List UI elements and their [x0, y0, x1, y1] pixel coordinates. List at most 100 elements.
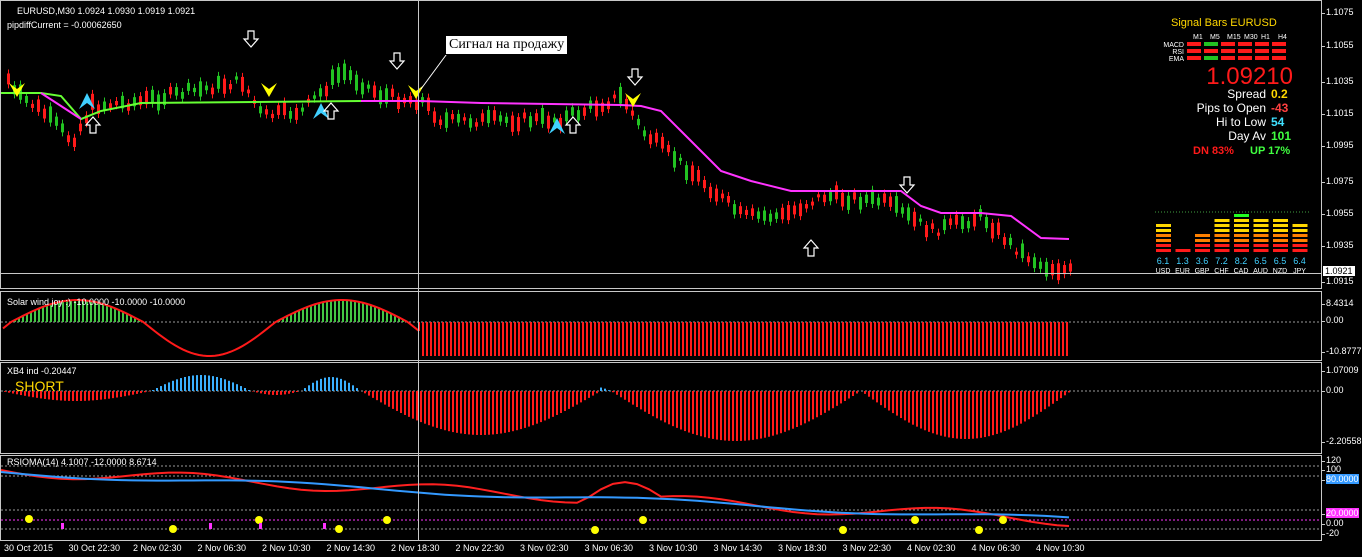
- main-chart-pane[interactable]: EURUSD,M30 1.0924 1.0930 1.0919 1.0921 p…: [0, 0, 1322, 289]
- solar-wind-pane[interactable]: Solar wind joy :) -10.0000 -10.0000 -10.…: [0, 291, 1322, 361]
- price-tick: 1.1015: [1322, 108, 1354, 118]
- rsioma-dot: [335, 525, 343, 533]
- meter-bar: [1292, 224, 1308, 227]
- meter-bar: [1156, 239, 1171, 242]
- meter-bar: [1234, 234, 1249, 237]
- xb4-title: XB4 ind -0.20447: [7, 366, 77, 376]
- meter-bar: [1156, 244, 1171, 247]
- time-tick: 2 Nov 22:30: [455, 543, 505, 553]
- meter-bar: [1292, 239, 1308, 242]
- meter-bar: [1156, 224, 1171, 227]
- price-tick: 1.0975: [1322, 176, 1354, 186]
- meter-currency: USD: [1156, 268, 1171, 275]
- rsioma-tick-bar: [61, 523, 64, 529]
- meter-bar: [1234, 224, 1249, 227]
- price-tick: 1.1075: [1322, 7, 1354, 17]
- rsioma-dot: [383, 516, 391, 524]
- meter-bar: [1253, 224, 1269, 227]
- meter-value: 6.5: [1254, 256, 1267, 266]
- rsioma-tick: 100: [1321, 464, 1342, 474]
- price-tick: 1.0955: [1322, 208, 1354, 218]
- meter-currency: CHF: [1214, 268, 1228, 275]
- time-tick: 3 Nov 22:30: [842, 543, 892, 553]
- time-tick: 4 Nov 02:30: [907, 543, 956, 553]
- time-tick: 4 Nov 06:30: [971, 543, 1021, 553]
- meter-bar: [1273, 224, 1288, 227]
- meter-value: 1.3: [1176, 256, 1189, 266]
- meter-currency: EUR: [1175, 268, 1190, 275]
- time-tick: 30 Oct 22:30: [68, 543, 121, 553]
- rsioma-tick-bar: [209, 523, 212, 529]
- meter-value: 3.6: [1196, 256, 1209, 266]
- rsioma-dot: [911, 516, 919, 524]
- xb4-histogram: [1, 375, 1321, 441]
- meter-bar: [1253, 229, 1269, 232]
- meter-currency: GBP: [1195, 268, 1210, 275]
- meter-bar: [1273, 229, 1288, 232]
- rsioma-dot: [999, 516, 1007, 524]
- time-tick: 3 Nov 02:30: [520, 543, 569, 553]
- solar-tick: 8.4314: [1322, 298, 1354, 308]
- rsioma-dot: [169, 525, 177, 533]
- rsioma-chart: [1, 465, 1321, 534]
- meter-bar: [1273, 244, 1288, 247]
- rsioma-blue-line: [1, 471, 1070, 519]
- meter-bar: [1156, 229, 1171, 232]
- meter-bar: [1214, 249, 1230, 252]
- price-tick: 1.0995: [1322, 140, 1354, 150]
- xb4-short-label: SHORT: [15, 378, 64, 394]
- solar-wind-histogram: [1, 299, 1321, 357]
- meter-value: 8.2: [1235, 256, 1248, 266]
- time-tick: 3 Nov 10:30: [649, 543, 698, 553]
- meter-value: 6.4: [1293, 256, 1306, 266]
- rsioma-tick: 20.0000: [1322, 508, 1359, 518]
- meter-bar: [1234, 249, 1249, 252]
- meter-bar: [1156, 249, 1171, 252]
- solar-tick: 0.00: [1322, 315, 1344, 325]
- meter-bar: [1175, 249, 1191, 252]
- solar-line: [2, 299, 420, 357]
- meter-bar: [1292, 244, 1308, 247]
- xb4-tick: 0.00: [1322, 385, 1344, 395]
- meter-bar: [1214, 224, 1230, 227]
- meter-value: 7.2: [1215, 256, 1228, 266]
- price-axis: 1.1075 1.1055 1.1035 1.1015 1.0995 1.097…: [1322, 0, 1362, 289]
- meter-bar: [1214, 219, 1230, 222]
- meter-bar: [1234, 219, 1249, 222]
- rsioma-dot: [591, 526, 599, 534]
- meter-bar: [1156, 234, 1171, 237]
- meter-bar: [1195, 234, 1210, 237]
- rsioma-dot: [975, 526, 983, 534]
- rsioma-tick-bar: [323, 523, 326, 529]
- time-tick: 2 Nov 06:30: [197, 543, 247, 553]
- time-tick: 30 Oct 2015: [4, 543, 54, 553]
- meter-bar: [1292, 234, 1308, 237]
- rsioma-dot: [25, 515, 33, 523]
- price-tick: 1.1035: [1322, 76, 1354, 86]
- solar-wind-title: Solar wind joy :) -10.0000 -10.0000 -10.…: [7, 297, 186, 307]
- xb4-tick: 1.07009: [1322, 365, 1359, 375]
- meter-bar: [1214, 234, 1230, 237]
- rsioma-axis: 120 100 80.0000 20.0000 0.00 -20: [1321, 455, 1362, 541]
- rsioma-tick: -20: [1321, 528, 1340, 538]
- meter-bar: [1292, 249, 1308, 252]
- xb4-pane[interactable]: XB4 ind -0.20447 SHORT: [0, 362, 1322, 454]
- meter-bar: [1214, 239, 1230, 242]
- rsioma-pane[interactable]: RSIOMA(14) 4.1007 -12.0000 8.6714: [0, 455, 1322, 541]
- meter-bar: [1253, 219, 1269, 222]
- meter-bar: [1234, 229, 1249, 232]
- meter-currency: JPY: [1293, 268, 1306, 275]
- solar-tick: -10.8777: [1322, 346, 1362, 356]
- price-tick: 1.1055: [1322, 40, 1354, 50]
- meter-value: 6.1: [1157, 256, 1170, 266]
- currency-strength-meter: 6.1 USD 1.3 EUR 3.6 GBP 7.2 CHF 8.2 CAD 6.5 AUD 6.5 N…: [1155, 211, 1309, 275]
- solar-axis: 8.4314 0.00 -10.8777: [1322, 291, 1362, 361]
- meter-bar: [1234, 214, 1249, 217]
- meter-bar: [1273, 234, 1288, 237]
- meter-bar: [1292, 229, 1308, 232]
- meter-value: 6.5: [1274, 256, 1287, 266]
- rsioma-dot: [255, 516, 263, 524]
- time-tick: 2 Nov 02:30: [133, 543, 182, 553]
- meter-currency: AUD: [1253, 268, 1268, 275]
- xb4-tick: -2.20558: [1322, 436, 1362, 446]
